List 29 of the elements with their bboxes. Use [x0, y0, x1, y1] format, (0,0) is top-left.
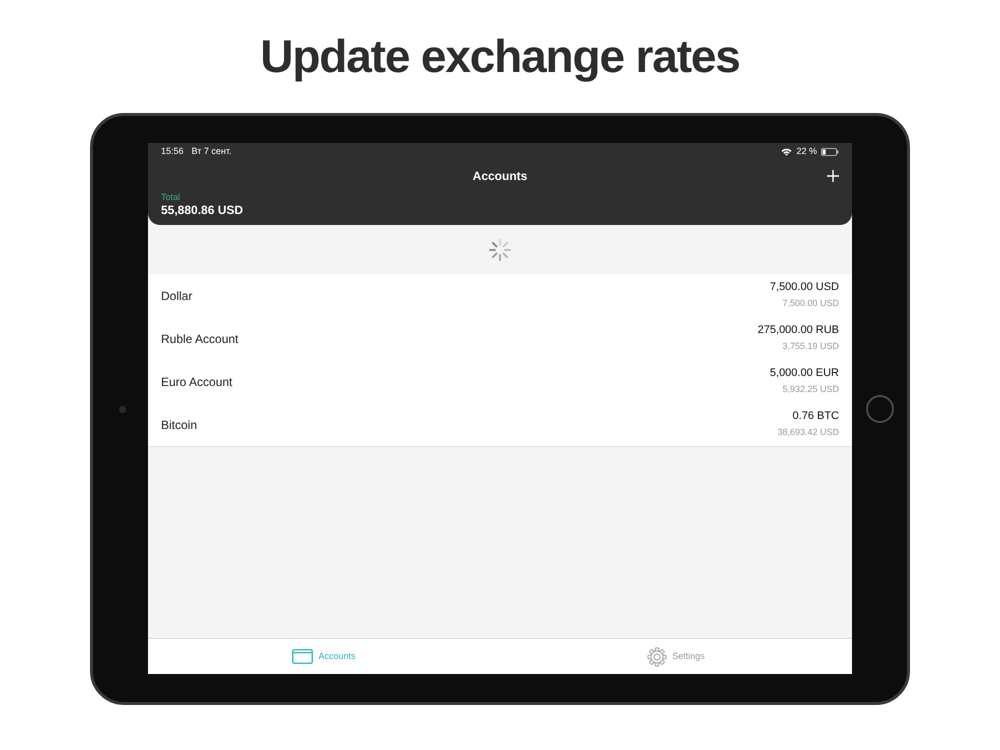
headline: Update exchange rates: [260, 29, 740, 84]
account-row[interactable]: Bitcoin 0.76 BTC 38,693.42 USD: [148, 403, 852, 446]
account-name: Ruble Account: [161, 330, 240, 348]
battery-level: 22 %: [796, 144, 817, 158]
account-row[interactable]: Ruble Account 275,000.00 RUB 3,755.19 USD: [148, 317, 852, 360]
account-amount: 0.76 BTC: [792, 409, 839, 424]
settings-icon: [647, 646, 668, 666]
converted-amount: 7,500.00 USD: [782, 297, 839, 310]
account-name: Dollar: [161, 288, 194, 304]
card-icon: [292, 649, 314, 664]
total-label: Total: [161, 192, 182, 203]
add-icon[interactable]: [827, 170, 839, 182]
status-date: Вт 7 сент.: [192, 144, 232, 158]
battery-icon: [821, 148, 839, 156]
account-row[interactable]: Euro Account 5,000.00 EUR 5,932.25 USD: [148, 360, 852, 403]
converted-amount: 5,932.25 USD: [782, 383, 839, 396]
converted-amount: 3,755.19 USD: [782, 340, 839, 353]
account-name: Euro Account: [161, 374, 234, 390]
total-value: 55,880.86 USD: [161, 203, 244, 218]
account-amount: 7,500.00 USD: [770, 280, 839, 295]
nav-title: Accounts: [472, 168, 528, 185]
account-row[interactable]: Dollar 7,500.00 USD 7,500.00 USD: [148, 274, 852, 317]
status-time: 15:56: [161, 144, 184, 158]
wifi-icon: [781, 148, 792, 156]
camera-icon: [119, 406, 126, 412]
account-amount: 275,000.00 RUB: [758, 323, 839, 338]
account-name: Bitcoin: [161, 416, 198, 434]
converted-amount: 38,693.42 USD: [777, 426, 839, 439]
account-amount: 5,000.00 EUR: [770, 366, 839, 381]
